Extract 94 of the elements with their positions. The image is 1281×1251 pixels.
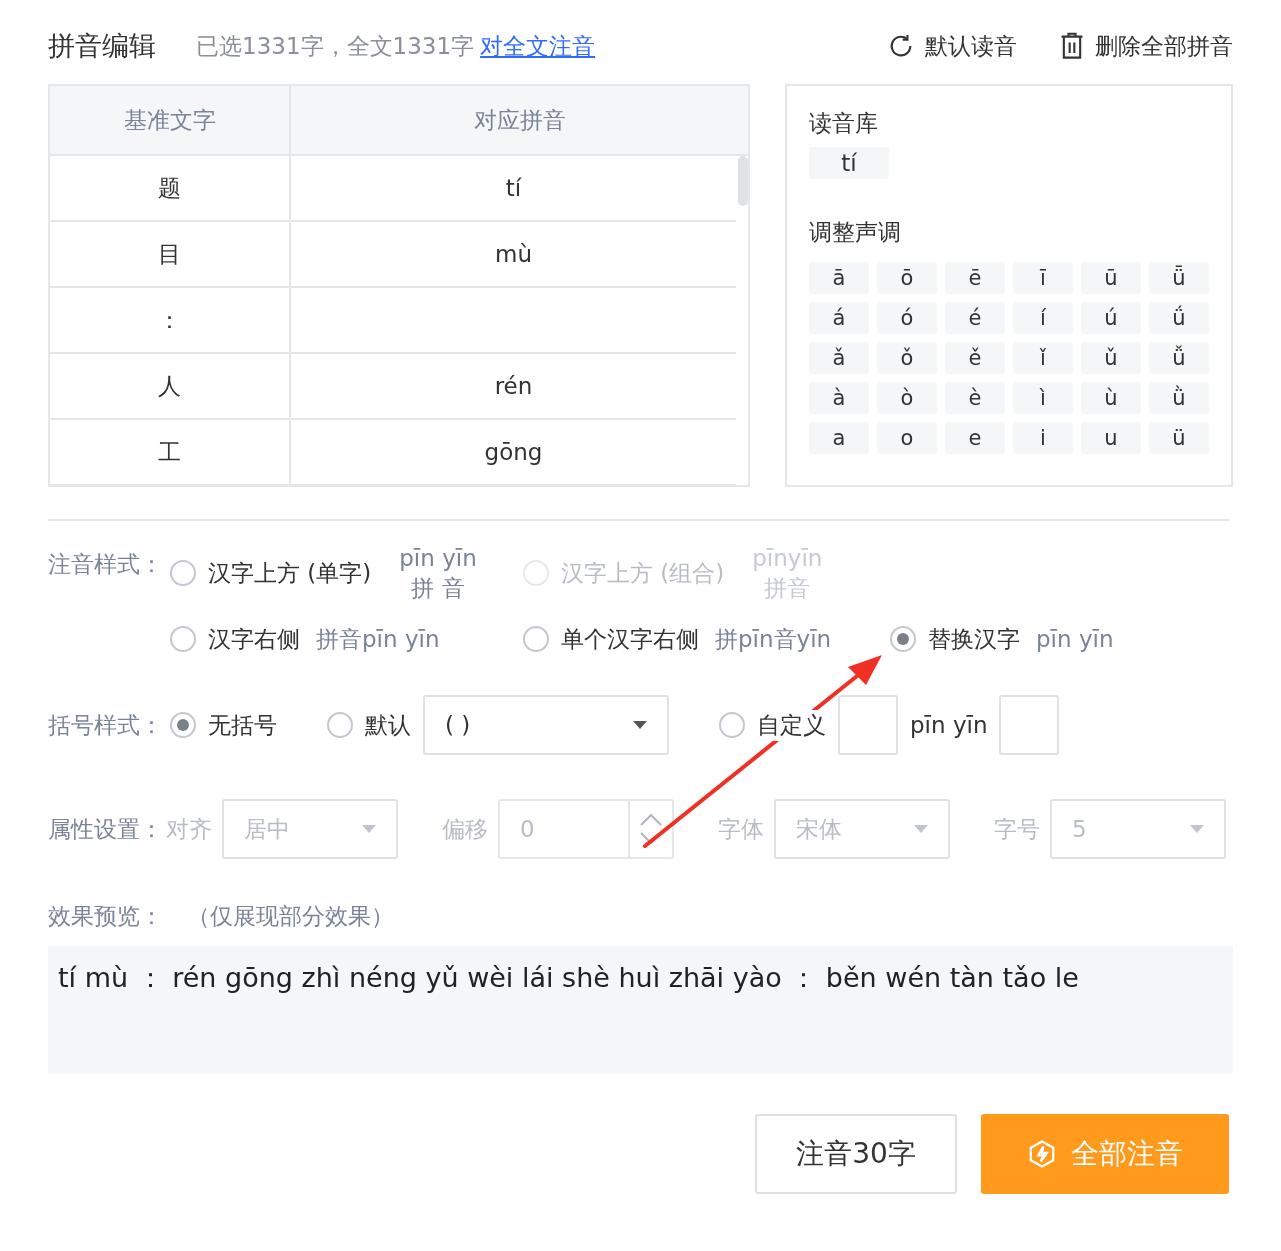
field-label: 偏移 xyxy=(442,814,488,844)
preview-text: tí mù ： rén gōng zhì néng yǔ wèi lái shè huì zhāi yào ： běn wén tàn tǎo le xyxy=(58,962,1079,993)
tone-button[interactable]: ī xyxy=(1013,262,1073,294)
panel-title: 调整声调 xyxy=(809,218,902,247)
field-label: 注音样式： xyxy=(48,550,164,579)
tone-button[interactable]: á xyxy=(809,302,869,334)
option-label: 汉字右侧 xyxy=(208,624,300,654)
preview-label: 效果预览： xyxy=(48,902,163,931)
radio-button[interactable] xyxy=(719,712,745,738)
table-cell: 工 xyxy=(50,420,291,484)
radio-button[interactable] xyxy=(327,712,353,738)
page-title: 拼音编辑 xyxy=(48,29,156,63)
option-label: 替换汉字 xyxy=(928,624,1020,654)
input-field[interactable] xyxy=(999,695,1060,755)
tone-button[interactable]: ē xyxy=(945,262,1005,294)
default-reading-button[interactable]: 默认读音 xyxy=(887,30,1017,62)
input-field[interactable] xyxy=(838,695,898,755)
tone-button[interactable]: ā xyxy=(809,262,869,294)
radio-button[interactable] xyxy=(170,712,196,738)
delete-pinyin-button[interactable]: 删除全部拼音 xyxy=(1059,30,1233,62)
column-header: 对应拼音 xyxy=(472,105,567,135)
option-label: 汉字上方 (单字) xyxy=(208,558,372,588)
field-label: 字体 xyxy=(718,814,764,844)
table-cell: ： xyxy=(50,288,291,352)
sample-text: 拼 音 xyxy=(411,574,465,603)
sample-text: 拼音 xyxy=(764,574,811,603)
field-label: 括号样式： xyxy=(48,711,164,740)
column-header: 基准文字 xyxy=(50,86,291,154)
tone-button[interactable]: ū xyxy=(1081,262,1141,294)
option-label: 无括号 xyxy=(208,710,277,740)
selection-info: 已选1331字，全文1331字 xyxy=(196,31,475,61)
tone-button[interactable]: ǖ xyxy=(1149,262,1209,294)
tone-button[interactable]: í xyxy=(1013,302,1073,334)
tone-button[interactable]: ō xyxy=(877,262,937,294)
sample-text: pīn yīn xyxy=(1036,626,1114,652)
up-icon xyxy=(640,814,662,826)
annotate-all-link[interactable]: 对全文注音 xyxy=(480,30,596,62)
table-cell: 题 xyxy=(50,156,291,220)
annotate-button[interactable]: 注音30字 xyxy=(755,1114,957,1194)
caret-icon xyxy=(914,825,928,833)
reading-chip[interactable]: tí xyxy=(809,147,889,179)
tone-button[interactable]: ì xyxy=(1013,382,1073,414)
tone-button[interactable]: u xyxy=(1081,422,1141,454)
table-cell: 目 xyxy=(50,222,291,286)
option-label: 汉字上方 (组合) xyxy=(561,558,725,588)
tone-button[interactable]: i xyxy=(1013,422,1073,454)
tone-button[interactable]: ǜ xyxy=(1149,382,1209,414)
tone-button[interactable]: ǚ xyxy=(1149,342,1209,374)
radio-button[interactable] xyxy=(170,560,196,586)
table-cell-text: rén xyxy=(493,372,534,401)
radio-button[interactable] xyxy=(170,626,196,652)
sample-text: 拼音pīn yīn xyxy=(316,624,440,654)
tone-button[interactable]: ě xyxy=(945,342,1005,374)
tone-button[interactable]: ò xyxy=(877,382,937,414)
table-cell: 人 xyxy=(50,354,291,418)
option-label: 自定义 xyxy=(757,709,826,741)
tone-button[interactable]: a xyxy=(809,422,869,454)
tone-button[interactable]: è xyxy=(945,382,1005,414)
bracket-select[interactable]: ( ) xyxy=(423,695,669,755)
tone-button[interactable]: ü xyxy=(1149,422,1209,454)
tone-button[interactable]: é xyxy=(945,302,1005,334)
sample-pinyin: pīn yīn xyxy=(399,544,477,573)
field-label: 对齐 xyxy=(166,814,212,844)
caret-icon xyxy=(1190,825,1204,833)
tone-button[interactable]: ù xyxy=(1081,382,1141,414)
tone-button[interactable]: o xyxy=(877,422,937,454)
radio-button[interactable] xyxy=(523,626,549,652)
field-label: 属性设置： xyxy=(48,815,164,844)
table-cell-text: mù xyxy=(494,240,533,269)
sample-text: pīn yīn xyxy=(910,712,988,738)
trash-icon xyxy=(1059,32,1085,60)
panel-title: 读音库 xyxy=(809,109,879,138)
preview-note: （仅展现部分效果） xyxy=(187,902,394,931)
radio-button[interactable] xyxy=(890,626,916,652)
field-label: 字号 xyxy=(994,814,1040,844)
tone-button[interactable]: ó xyxy=(877,302,937,334)
tone-button[interactable]: ú xyxy=(1081,302,1141,334)
caret-icon xyxy=(362,825,376,833)
tone-button[interactable]: e xyxy=(945,422,1005,454)
option-label: 单个汉字右侧 xyxy=(561,624,699,654)
caret-icon xyxy=(633,721,647,729)
sample-text: 拼pīn音yīn xyxy=(715,624,832,654)
option-label: 默认 xyxy=(365,710,411,740)
tone-button[interactable]: ǔ xyxy=(1081,342,1141,374)
tone-button[interactable]: ǎ xyxy=(809,342,869,374)
scrollbar[interactable] xyxy=(738,156,748,206)
bolt-icon xyxy=(1027,1139,1057,1169)
tone-button[interactable]: à xyxy=(809,382,869,414)
tone-button[interactable]: ǒ xyxy=(877,342,937,374)
table-cell-text: gōng xyxy=(483,438,544,467)
tone-button[interactable]: ǐ xyxy=(1013,342,1073,374)
tone-button[interactable]: ǘ xyxy=(1149,302,1209,334)
sample-pinyin: pīnyīn xyxy=(752,544,823,573)
table-cell-text: tí xyxy=(504,174,523,203)
